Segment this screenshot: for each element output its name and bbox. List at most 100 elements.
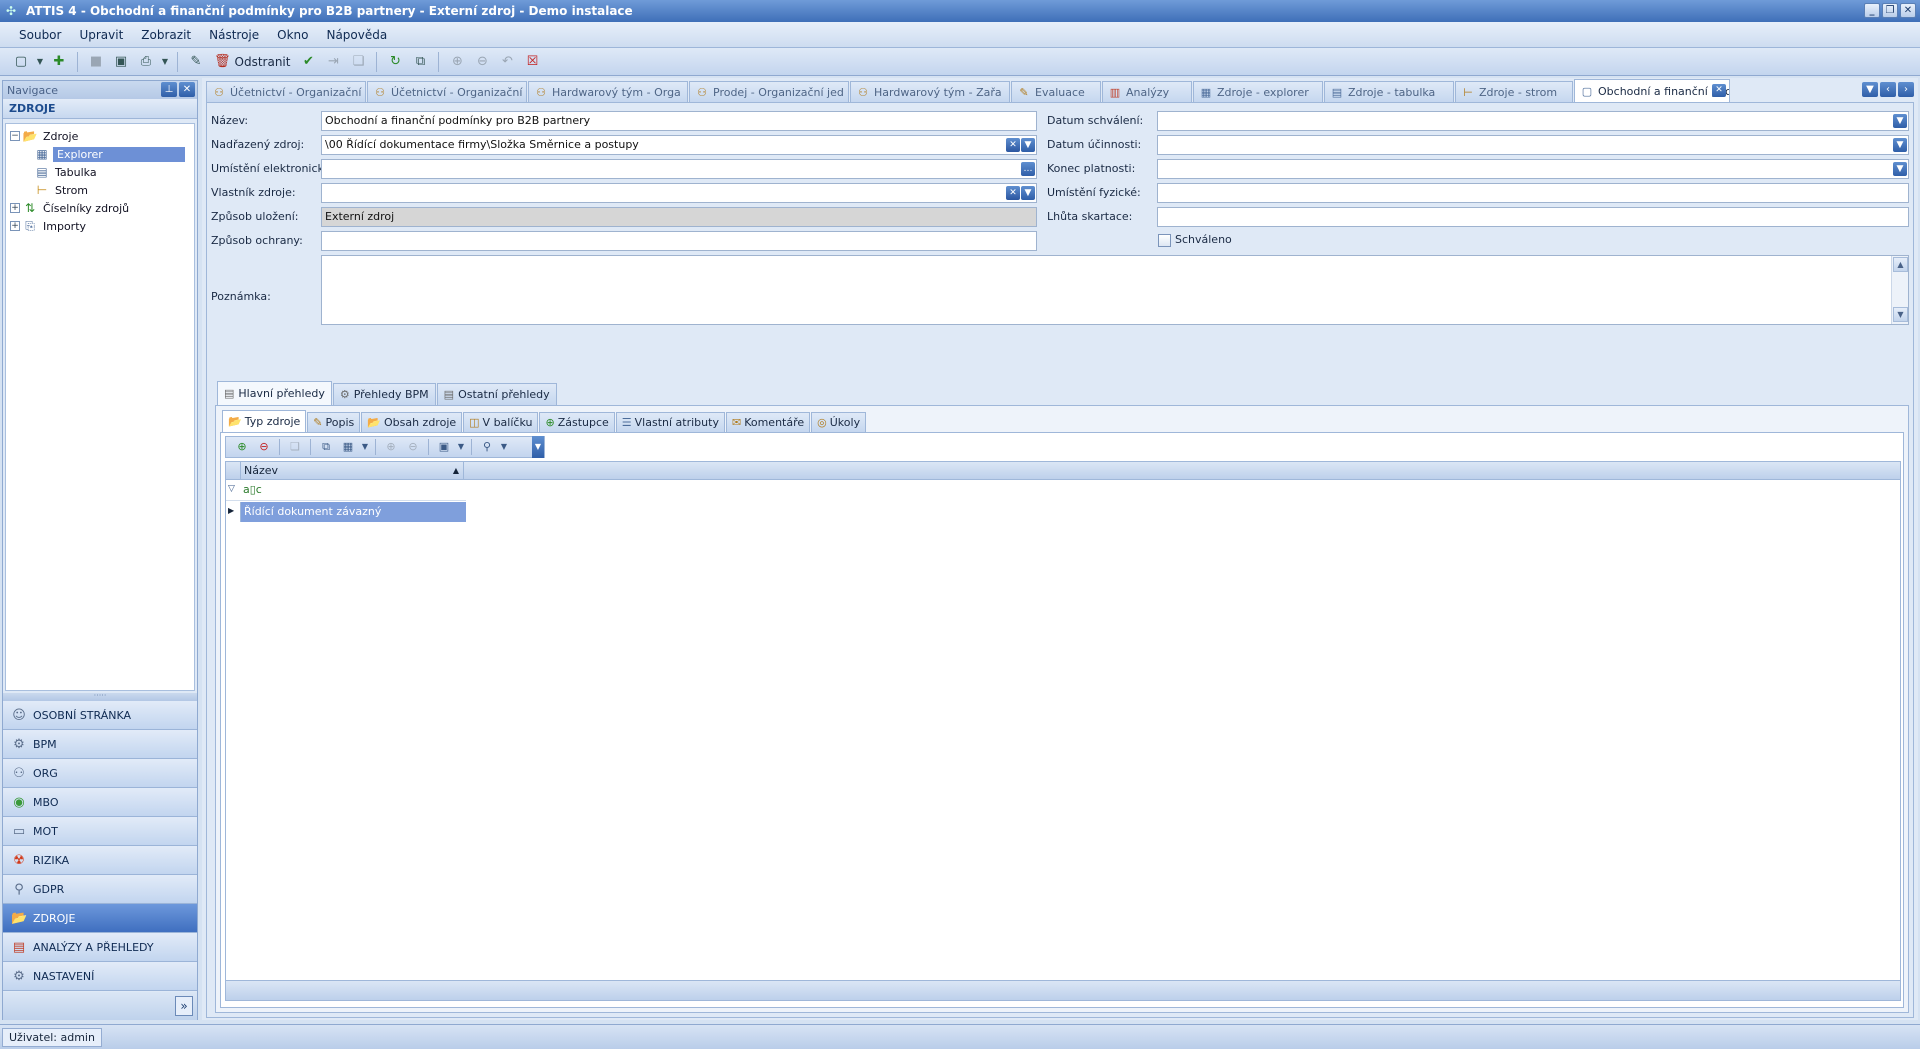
tab-v-baliku[interactable]: ◫ V balíčku	[463, 412, 539, 432]
module-zdroje[interactable]: 📂 ZDROJE	[3, 904, 197, 933]
menu-soubor[interactable]: Soubor	[10, 28, 70, 42]
filter-row[interactable]: ▽ a▯c	[226, 481, 466, 501]
datum-ucinnosti-input[interactable]: ▼	[1157, 135, 1909, 155]
browse-icon[interactable]: …	[1021, 162, 1035, 176]
minimize-button[interactable]: _	[1864, 3, 1880, 18]
note-scrollbar[interactable]: ▲ ▼	[1891, 256, 1908, 324]
tab-list-icon[interactable]: ▼	[1862, 82, 1878, 97]
attach-icon[interactable]: ✎	[185, 51, 207, 73]
module-org[interactable]: ⚇ ORG	[3, 759, 197, 788]
nadrazeny-zdroj-input[interactable]: \00 Řídící dokumentace firmy\Složka Směr…	[321, 135, 1037, 155]
dropdown-arrow-icon[interactable]: ▼	[499, 438, 509, 456]
module-gdpr[interactable]: ⚲ GDPR	[3, 875, 197, 904]
close-tab-icon[interactable]: ✕	[1712, 84, 1726, 97]
menu-upravit[interactable]: Upravit	[70, 28, 132, 42]
module-rizika[interactable]: ☢ RIZIKA	[3, 846, 197, 875]
tree-item-zdroje[interactable]: − 📂 Zdroje	[6, 127, 194, 145]
export-icon[interactable]: ▣	[434, 438, 454, 456]
delete-row-icon[interactable]: ⊖	[254, 438, 274, 456]
poznamka-textarea[interactable]: ▲ ▼	[321, 255, 1909, 325]
save-close-icon[interactable]: ▣	[110, 51, 132, 73]
chevron-down-icon[interactable]: »	[175, 996, 193, 1016]
doc-tab-ucetnictvi-1[interactable]: ⚇ Účetnictví - Organizační	[206, 81, 366, 102]
scroll-down-icon[interactable]: ▼	[1893, 307, 1908, 322]
expand-icon[interactable]: +	[10, 221, 20, 231]
doc-tab-evaluace[interactable]: ✎ Evaluace	[1011, 81, 1101, 102]
dropdown-arrow-icon[interactable]: ▼	[1893, 114, 1907, 128]
module-mbo[interactable]: ◉ MBO	[3, 788, 197, 817]
move-down-icon[interactable]: ⊖	[403, 438, 423, 456]
dropdown-arrow-icon[interactable]: ▼	[1021, 186, 1035, 200]
doc-tab-zdroje-explorer[interactable]: ▦ Zdroje - explorer	[1193, 81, 1323, 102]
doc-tab-obchodni[interactable]: ▢ Obchodní a finanční poc ✕	[1574, 79, 1730, 102]
tab-ostatni-prehledy[interactable]: ▤ Ostatní přehledy	[436, 383, 557, 405]
tab-obsah-zdroje[interactable]: 📂 Obsah zdroje	[361, 412, 463, 432]
menu-okno[interactable]: Okno	[268, 28, 317, 42]
menu-napoveda[interactable]: Nápověda	[317, 28, 396, 42]
dropdown-arrow-icon[interactable]: ▼	[1893, 138, 1907, 152]
back-icon[interactable]: ↶	[496, 51, 518, 73]
save-icon[interactable]: ■	[85, 51, 107, 73]
down-icon[interactable]: ⊖	[471, 51, 493, 73]
dropdown-arrow-icon[interactable]: ▼	[456, 438, 466, 456]
tab-prev-icon[interactable]: ‹	[1880, 82, 1896, 97]
lhuta-skartace-input[interactable]	[1157, 207, 1909, 227]
dropdown-arrow-icon[interactable]: ▼	[1893, 162, 1907, 176]
open-window-icon[interactable]: ⧉	[409, 51, 431, 73]
datum-schvaleni-input[interactable]: ▼	[1157, 111, 1909, 131]
close-window-button[interactable]: ✕	[1900, 3, 1916, 18]
tab-vlastni-atributy[interactable]: ☰ Vlastní atributy	[615, 412, 725, 432]
search-icon[interactable]: ⚲	[477, 438, 497, 456]
doc-tab-hardware-orga[interactable]: ⚇ Hardwarový tým - Orga	[528, 81, 688, 102]
print-icon[interactable]: ⎙	[135, 51, 157, 73]
doc-tab-zdroje-tabulka[interactable]: ▤ Zdroje - tabulka	[1324, 81, 1454, 102]
schvaleno-checkbox[interactable]	[1158, 234, 1171, 247]
refresh-add-icon[interactable]: ✚	[48, 51, 70, 73]
tab-next-icon[interactable]: ›	[1898, 82, 1914, 97]
tree-item-ciselniky[interactable]: + ⇅ Číselníky zdrojů	[6, 199, 194, 217]
dropdown-arrow-icon[interactable]: ▼	[360, 438, 370, 456]
tab-ukoly[interactable]: ◎ Úkoly	[811, 412, 867, 432]
doc-tab-ucetnictvi-2[interactable]: ⚇ Účetnictví - Organizační	[367, 81, 527, 102]
remove-button[interactable]: 🗑 Odstranit	[210, 54, 294, 69]
nav-splitter[interactable]: ·····	[3, 692, 197, 701]
tab-zastupce[interactable]: ⊕ Zástupce	[539, 412, 615, 432]
clear-icon[interactable]: ✕	[1006, 138, 1020, 152]
doc-tab-analyzy[interactable]: ▥ Analýzy	[1102, 81, 1192, 102]
restore-button[interactable]: ❐	[1882, 3, 1898, 18]
module-analyzy[interactable]: ▤ ANALÝZY A PŘEHLEDY	[3, 933, 197, 962]
copy-icon[interactable]: ❏	[347, 51, 369, 73]
module-mot[interactable]: ▭ MOT	[3, 817, 197, 846]
expand-icon[interactable]: +	[10, 203, 20, 213]
columns-icon[interactable]: ▦	[338, 438, 358, 456]
move-icon[interactable]: ⇥	[322, 51, 344, 73]
menu-zobrazit[interactable]: Zobrazit	[132, 28, 200, 42]
clear-icon[interactable]: ✕	[1006, 186, 1020, 200]
tab-komentare[interactable]: ✉ Komentáře	[725, 412, 811, 432]
tree-item-explorer[interactable]: ▦ Explorer	[6, 145, 194, 163]
filter-icon[interactable]: ▽	[228, 484, 235, 494]
collapse-icon[interactable]: −	[10, 131, 20, 141]
print-dropdown-icon[interactable]: ▼	[160, 51, 170, 73]
doc-tab-prodej[interactable]: ⚇ Prodej - Organizační jed	[689, 81, 849, 102]
new-document-icon[interactable]: ▢	[10, 51, 32, 73]
close-record-icon[interactable]: ☒	[521, 51, 543, 73]
tab-hlavni-prehledy[interactable]: ▤ Hlavní přehledy	[217, 381, 332, 405]
tree-item-strom[interactable]: ⊢ Strom	[6, 181, 194, 199]
tab-popis[interactable]: ✎ Popis	[307, 412, 361, 432]
toolbar-overflow-icon[interactable]: ▼	[532, 436, 544, 458]
dropdown-arrow-icon[interactable]: ▼	[35, 51, 45, 73]
move-up-icon[interactable]: ⊕	[381, 438, 401, 456]
tree-item-importy[interactable]: + ⎘ Importy	[6, 217, 194, 235]
open-window-icon[interactable]: ⧉	[316, 438, 336, 456]
module-osobni-stranka[interactable]: ☺ OSOBNÍ STRÁNKA	[3, 701, 197, 730]
tab-prehledy-bpm[interactable]: ⚙ Přehledy BPM	[332, 383, 436, 405]
up-icon[interactable]: ⊕	[446, 51, 468, 73]
table-row[interactable]: ▶ Řídící dokument závazný	[226, 502, 466, 522]
pin-icon[interactable]: ⊥	[161, 82, 177, 97]
module-bpm[interactable]: ⚙ BPM	[3, 730, 197, 759]
check-icon[interactable]: ✔	[297, 51, 319, 73]
nazev-input[interactable]: Obchodní a finanční podmínky pro B2B par…	[321, 111, 1037, 131]
column-header-nazev[interactable]: Název ▲	[240, 462, 464, 480]
close-nav-icon[interactable]: ✕	[179, 82, 195, 97]
